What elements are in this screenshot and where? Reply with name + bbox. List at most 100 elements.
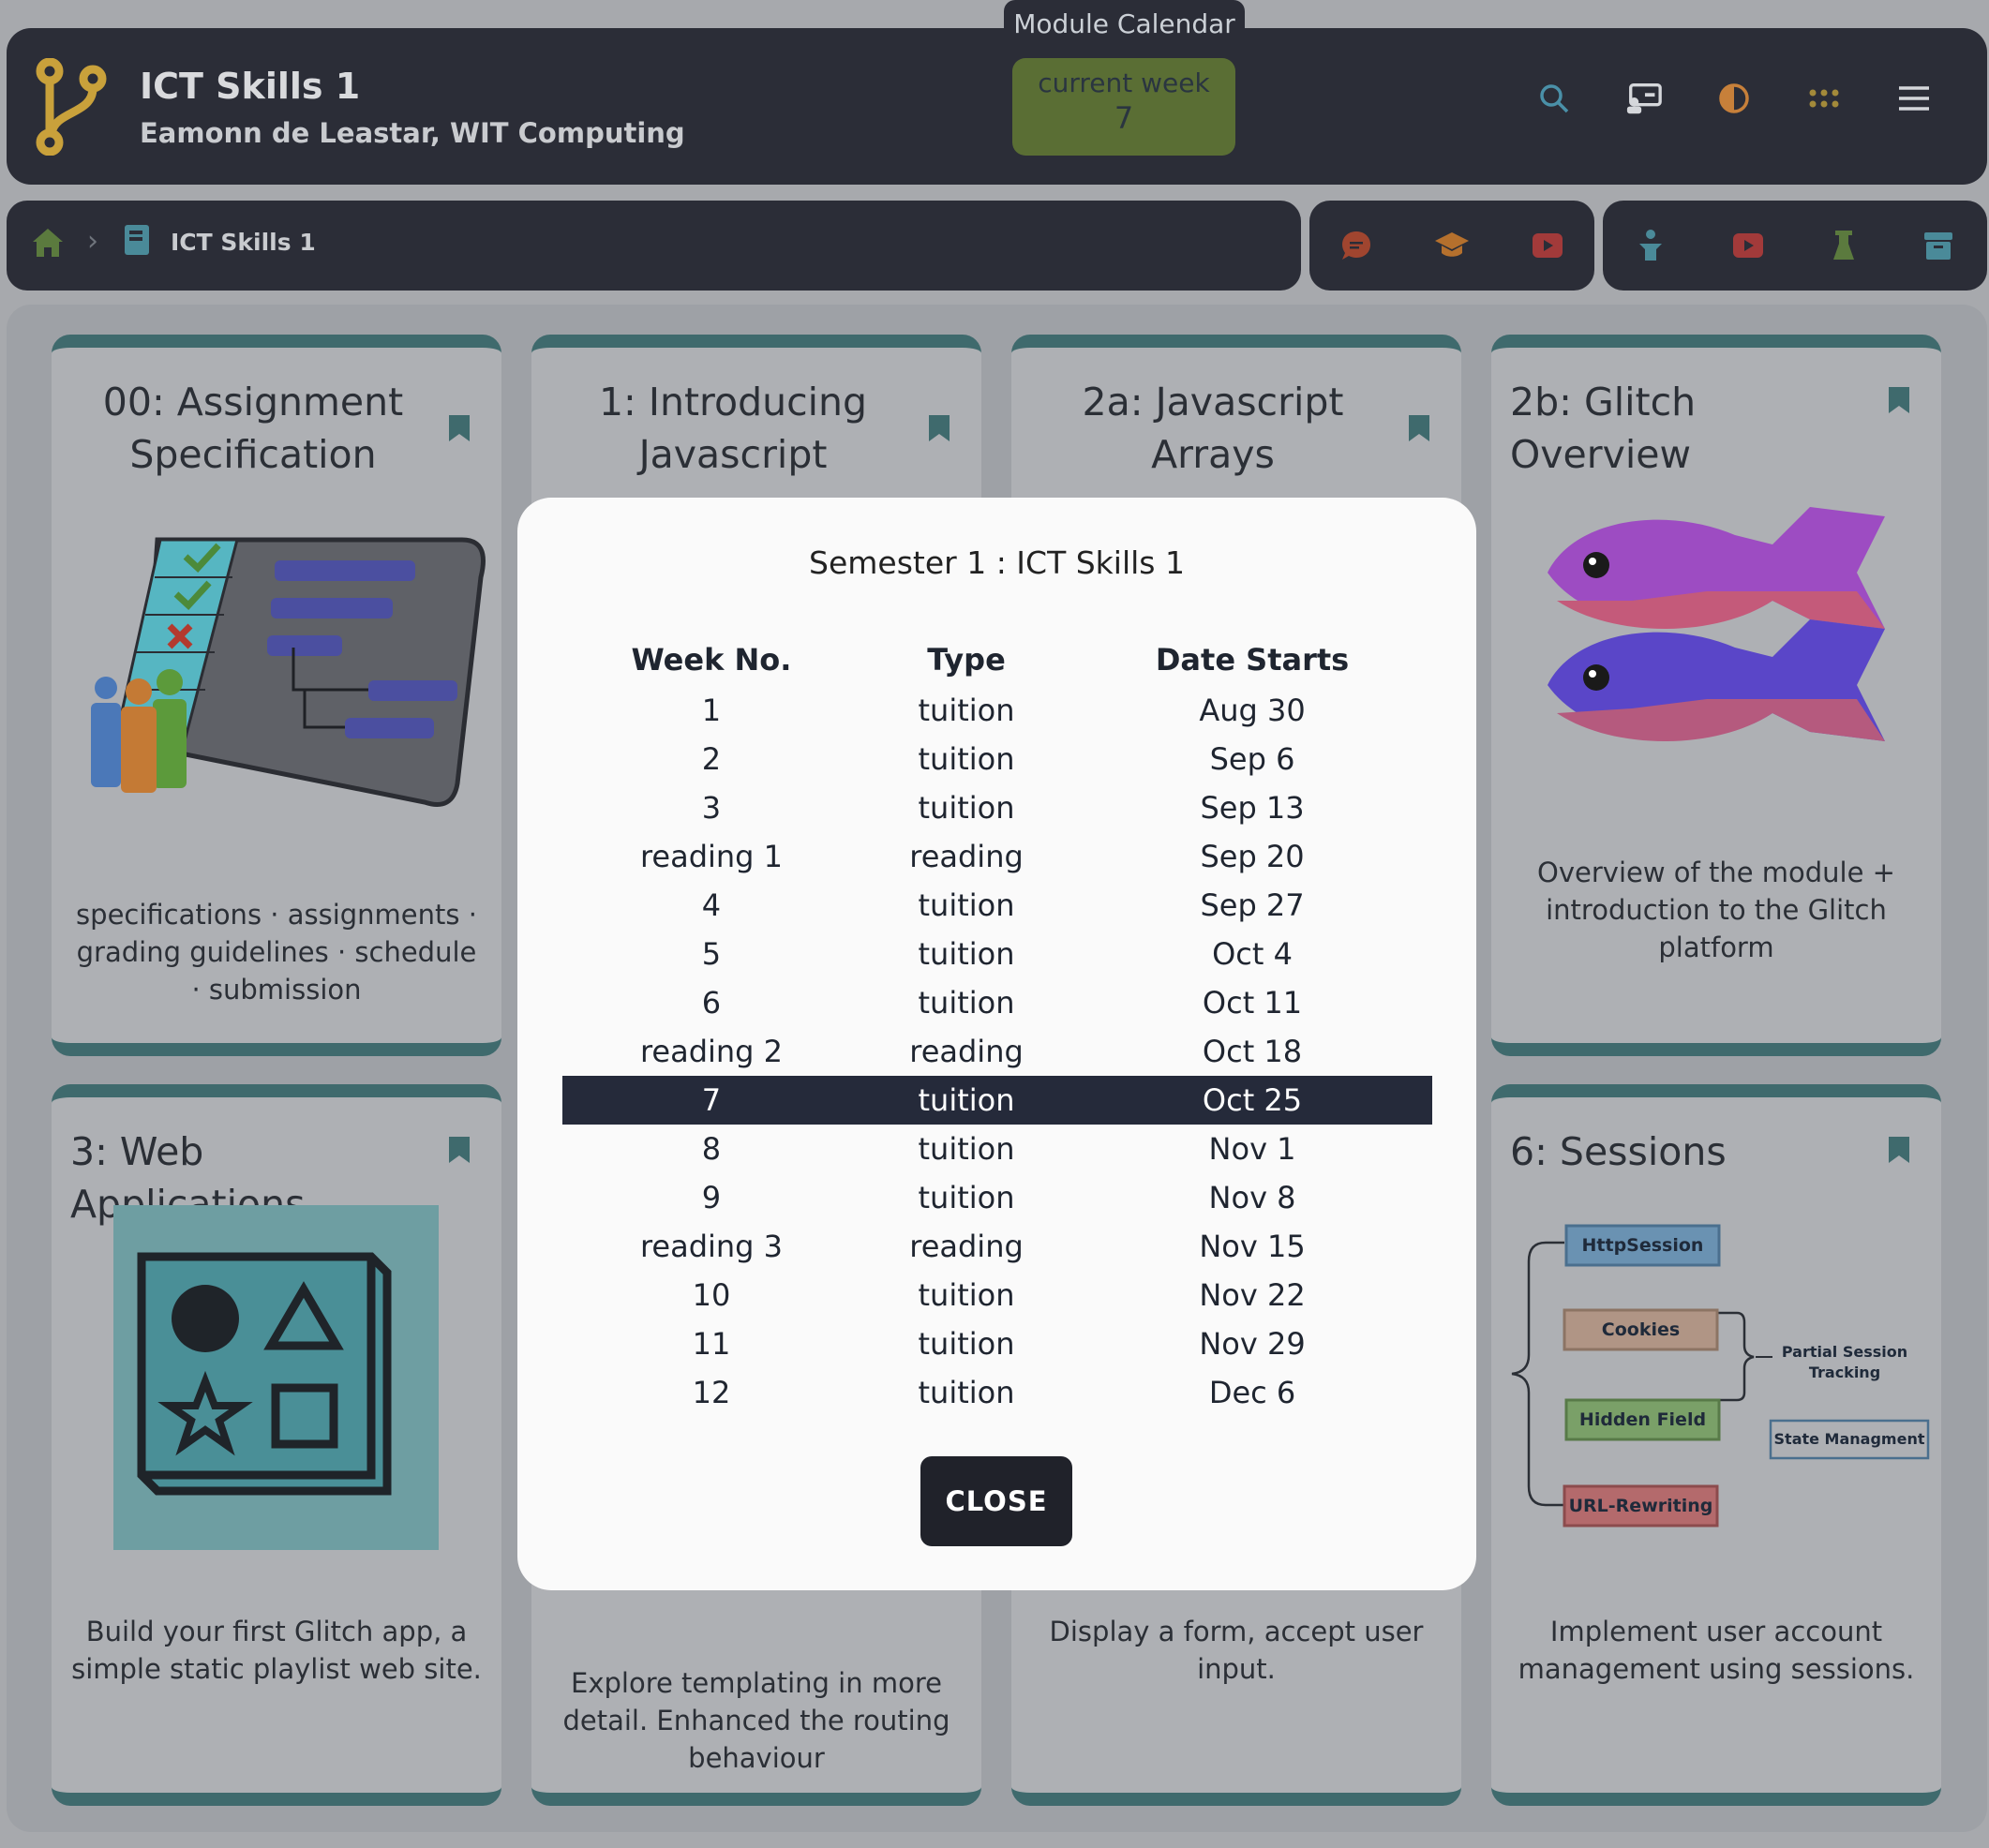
current-week-number: 7 [1114,100,1134,136]
week-cell: 1 [701,693,722,728]
week-cell: 5 [701,936,722,972]
bookmark-icon[interactable] [447,1135,471,1165]
topic-card[interactable]: 2b: Glitch Overview Overview of the modu… [1491,335,1941,1056]
type-cell: tuition [918,1180,1015,1215]
week-cell: 7 [562,1076,860,1125]
table-row: 2 tuition Sep 6 [562,735,1432,783]
archive-icon[interactable] [1922,230,1954,261]
table-row: 9 tuition Nov 8 [562,1173,1432,1222]
card-description: specifications · assignments · grading g… [76,899,477,1006]
type-cell: reading [909,839,1024,874]
date-cell: Oct 11 [1202,985,1303,1021]
card-title: 6: Sessions [1510,1129,1727,1174]
card-description: Build your first Glitch app, a simple st… [71,1616,482,1685]
glitch-fish-logo [1548,507,1885,741]
bookmark-icon[interactable] [447,413,471,443]
calendar-table: Week No. Type Date Starts 1 tuition Aug 30… [562,633,1432,1417]
card-description: Display a form, accept user input. [1049,1616,1424,1685]
bookmark-icon[interactable] [927,413,951,443]
table-row: 3 tuition Sep 13 [562,783,1432,832]
current-week-label: current week [1038,67,1210,98]
card-description: Overview of the module + introduction to… [1537,857,1895,963]
week-cell: 4 [701,887,722,923]
week-cell: 6 [701,985,722,1021]
diagram-box-label: State Managment [1773,1430,1925,1448]
shape-sorter-image [113,1205,439,1550]
table-row: 1 tuition Aug 30 [562,686,1432,735]
date-cell: Oct 25 [1072,1076,1432,1125]
type-cell: tuition [860,1076,1073,1125]
apps-grid-icon[interactable] [1805,80,1843,117]
breadcrumb: › ICT Skills 1 [7,201,1301,291]
type-cell: tuition [918,790,1015,826]
week-cell: 8 [701,1131,722,1167]
type-cell: tuition [918,936,1015,972]
table-row: 8 tuition Nov 1 [562,1125,1432,1173]
video-icon[interactable] [1531,231,1564,261]
diagram-node-hidden-field: Hidden Field [1578,1409,1707,1430]
table-row: 11 tuition Nov 29 [562,1319,1432,1368]
date-cell: Sep 13 [1200,790,1305,826]
toolbar-group-topics [1309,201,1594,291]
type-cell: tuition [918,887,1015,923]
lab-icon[interactable] [1831,229,1857,262]
week-cell: reading 3 [639,1229,784,1264]
app-header: ICT Skills 1 Eamonn de Leastar, WIT Comp… [7,28,1987,185]
column-header-date: Date Starts [1155,642,1350,678]
topic-card[interactable]: 6: Sessions HttpSession Cookies Hidden F… [1491,1084,1941,1806]
sessions-diagram: HttpSession Cookies Hidden Field URL-Rew… [1491,1215,1941,1552]
bookmark-icon[interactable] [1887,1135,1911,1165]
diagram-node-cookies: Cookies [1601,1319,1681,1340]
lecturer-icon[interactable] [1636,229,1666,262]
column-header-type: Type [927,642,1006,678]
diagram-node-url-rewriting: URL-Rewriting [1568,1496,1713,1516]
video-icon[interactable] [1731,231,1765,261]
diagram-node-httpsession: HttpSession [1581,1235,1704,1256]
home-icon[interactable] [31,227,65,259]
table-row: reading 1 reading Sep 20 [562,832,1432,881]
diagram-group-label: Partial Session Tracking [1781,1343,1908,1381]
date-cell: Nov 29 [1199,1326,1306,1362]
gantt-chart-image [91,537,486,807]
table-row: reading 3 reading Nov 15 [562,1222,1432,1271]
chevron-right-icon: › [87,225,98,258]
date-cell: Nov 8 [1208,1180,1296,1215]
modal-title: Semester 1 : ICT Skills 1 [809,544,1185,581]
table-row: 5 tuition Oct 4 [562,930,1432,978]
week-cell: 9 [701,1180,722,1215]
date-cell: Nov 1 [1208,1131,1296,1167]
chat-icon[interactable] [1339,229,1373,262]
date-cell: Sep 27 [1200,887,1305,923]
breadcrumb-current[interactable]: ICT Skills 1 [171,229,316,256]
date-cell: Dec 6 [1208,1375,1296,1410]
book-icon [125,225,149,255]
graduation-cap-icon[interactable] [1433,231,1471,261]
table-row: 4 tuition Sep 27 [562,881,1432,930]
topic-card[interactable]: 00: Assignment Specification specificati… [52,335,501,1056]
date-cell: Nov 22 [1199,1277,1306,1313]
week-cell: 11 [692,1326,731,1362]
type-cell: tuition [918,1326,1015,1362]
topic-card[interactable]: 3: Web Applications Build your first Gli… [52,1084,501,1806]
card-title: 2b: Glitch Overview [1510,380,1697,477]
calendar-rows: 1 tuition Aug 30 2 tuition Sep 6 3 tuition Sep 1… [562,686,1432,1417]
table-row: 7 tuition Oct 25 [562,1076,1432,1125]
presentation-icon[interactable] [1625,80,1663,117]
close-button[interactable]: CLOSE [920,1456,1072,1546]
current-week-button[interactable]: current week 7 [1012,58,1235,156]
card-description: Explore templating in more detail. Enhan… [562,1667,950,1774]
search-icon[interactable] [1535,80,1573,117]
bookmark-icon[interactable] [1887,385,1911,415]
table-row: 6 tuition Oct 11 [562,978,1432,1027]
module-calendar-tab[interactable]: Module Calendar [1004,0,1245,45]
week-cell: 3 [701,790,722,826]
card-description: Implement user account management using … [1518,1616,1915,1685]
card-title: 2a: Javascript Arrays [1082,380,1344,477]
type-cell: tuition [918,985,1015,1021]
bookmark-icon[interactable] [1407,413,1431,443]
table-row: 12 tuition Dec 6 [562,1368,1432,1417]
date-cell: Sep 20 [1200,839,1305,874]
contrast-icon[interactable] [1715,80,1753,117]
menu-icon[interactable] [1895,80,1933,117]
week-cell: 10 [692,1277,731,1313]
